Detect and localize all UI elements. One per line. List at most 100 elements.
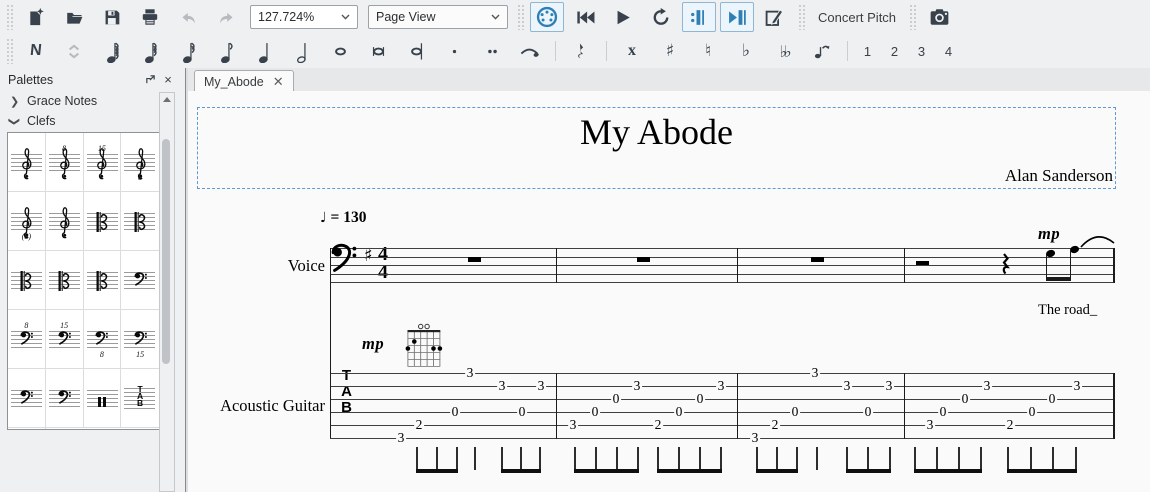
barline[interactable]	[904, 373, 906, 439]
tab-fret-number[interactable]: 3	[396, 430, 406, 446]
tab-fret-number[interactable]: 2	[770, 417, 780, 433]
beam-stem	[867, 447, 869, 470]
tab-fret-number[interactable]: 0	[863, 404, 873, 420]
tempo-marking[interactable]: ♩ = 130	[320, 209, 366, 227]
tab-fret-number[interactable]: 3	[842, 378, 852, 394]
whole-rest[interactable]	[810, 257, 824, 262]
tab-fret-number[interactable]: 3	[536, 378, 546, 394]
staff-line	[330, 265, 1114, 266]
beam-stem	[474, 447, 476, 470]
beam-stem	[456, 447, 458, 470]
tab-fret-number[interactable]: 0	[960, 391, 970, 407]
tab-fret-number[interactable]: 3	[632, 378, 642, 394]
voice-dynamic-mp[interactable]: mp	[1038, 224, 1060, 244]
tab-staff-line	[330, 412, 1114, 413]
tab-fret-number[interactable]: 3	[465, 365, 475, 381]
beam-stem	[776, 447, 778, 470]
score-title[interactable]: My Abode	[198, 111, 1115, 153]
tab-fret-number[interactable]: 0	[517, 404, 527, 420]
tab-fret-number[interactable]: 3	[568, 417, 578, 433]
tab-fret-number[interactable]: 3	[497, 378, 507, 394]
beam-stem	[816, 447, 818, 470]
quarter-note-icon: ♩	[320, 210, 327, 226]
beam-bar	[657, 469, 722, 474]
tab-fret-number[interactable]: 3	[925, 417, 935, 433]
whole-rest[interactable]	[636, 257, 650, 262]
barline[interactable]	[904, 248, 906, 283]
beam-stem	[657, 447, 659, 470]
beam-stem	[678, 447, 680, 470]
musescore-window: 127.724% Page View Concert Pitch Nx ♯ ♮ ♭ ♭♭ 1 2…	[0, 0, 1150, 492]
tab-fret-number[interactable]: 0	[590, 404, 600, 420]
beam-stem	[1030, 447, 1032, 470]
guitar-dynamic-mp[interactable]: mp	[362, 334, 384, 354]
guitar-staff-label[interactable]: Acoustic Guitar	[195, 396, 325, 416]
tab-fret-number[interactable]: 3	[750, 430, 760, 446]
barline[interactable]	[556, 248, 558, 283]
tab-fret-number[interactable]: 0	[1027, 404, 1037, 420]
end-barline[interactable]	[1113, 373, 1115, 439]
beam-stem	[1007, 447, 1009, 470]
tab-fret-number[interactable]: 2	[414, 417, 424, 433]
tab-fret-number[interactable]: 0	[1047, 391, 1057, 407]
beam-stem	[501, 447, 503, 470]
tab-fret-number[interactable]: 0	[450, 404, 460, 420]
beam-stem	[756, 447, 758, 470]
beam-stem	[595, 447, 597, 470]
chord-diagram[interactable]	[404, 321, 444, 376]
tab-fret-number[interactable]: 0	[790, 404, 800, 420]
tab-fret-number[interactable]: 3	[716, 378, 726, 394]
tab-fret-number[interactable]: 3	[884, 378, 894, 394]
tab-fret-number[interactable]: 0	[674, 404, 684, 420]
tab-fret-number[interactable]: 3	[1072, 378, 1082, 394]
quarter-rest[interactable]	[1000, 253, 1011, 282]
tab-fret-number[interactable]: 0	[611, 391, 621, 407]
title-frame[interactable]: My Abode Alan Sanderson	[197, 107, 1116, 189]
beam-bar	[501, 469, 541, 474]
lyric-text[interactable]: The road_	[1038, 302, 1097, 319]
beam-stem	[1075, 447, 1077, 470]
score-layer: My Abode Alan Sanderson ♩ = 130 Voice Ac…	[0, 0, 1150, 492]
tab-clef[interactable]: TAB	[338, 368, 355, 416]
beam-stem	[958, 447, 960, 470]
barline[interactable]	[737, 373, 739, 439]
whole-rest[interactable]	[467, 257, 481, 262]
voice-staff-label[interactable]: Voice	[230, 256, 325, 276]
beam-stem	[637, 447, 639, 470]
barline[interactable]	[556, 373, 558, 439]
tab-fret-number[interactable]: 0	[938, 404, 948, 420]
slur[interactable]	[1080, 227, 1116, 254]
beam-stem	[539, 447, 541, 470]
beam-stem	[574, 447, 576, 470]
beam-bar	[914, 469, 982, 474]
beam-stem	[796, 447, 798, 470]
barline[interactable]	[737, 248, 739, 283]
beam-stem	[616, 447, 618, 470]
half-rest[interactable]	[915, 260, 929, 265]
score-composer[interactable]: Alan Sanderson	[1005, 166, 1113, 186]
beam-bar	[416, 469, 458, 474]
time-sig-lower: 4	[378, 260, 388, 283]
beam-bar	[756, 469, 798, 474]
beam-stem	[914, 447, 916, 470]
beam-bar	[1007, 469, 1077, 474]
note-beam	[1045, 277, 1071, 282]
beam-stem	[720, 447, 722, 470]
tab-fret-number[interactable]: 3	[982, 378, 992, 394]
bass-clef[interactable]	[331, 243, 357, 284]
tab-staff-line	[330, 399, 1114, 400]
beam-stem	[936, 447, 938, 470]
beam-stem	[1052, 447, 1054, 470]
time-signature[interactable]: 4 4	[374, 244, 392, 283]
staff-line	[330, 273, 1114, 275]
beam-stem	[889, 447, 891, 470]
beam-stem	[699, 447, 701, 470]
staff-line	[330, 248, 1114, 249]
tab-fret-number[interactable]: 3	[810, 365, 820, 381]
beam-stem	[416, 447, 418, 470]
beam-stem	[520, 447, 522, 470]
tab-fret-number[interactable]: 2	[653, 417, 663, 433]
tab-fret-number[interactable]: 0	[695, 391, 705, 407]
beam-stem	[980, 447, 982, 470]
tab-fret-number[interactable]: 2	[1005, 417, 1015, 433]
